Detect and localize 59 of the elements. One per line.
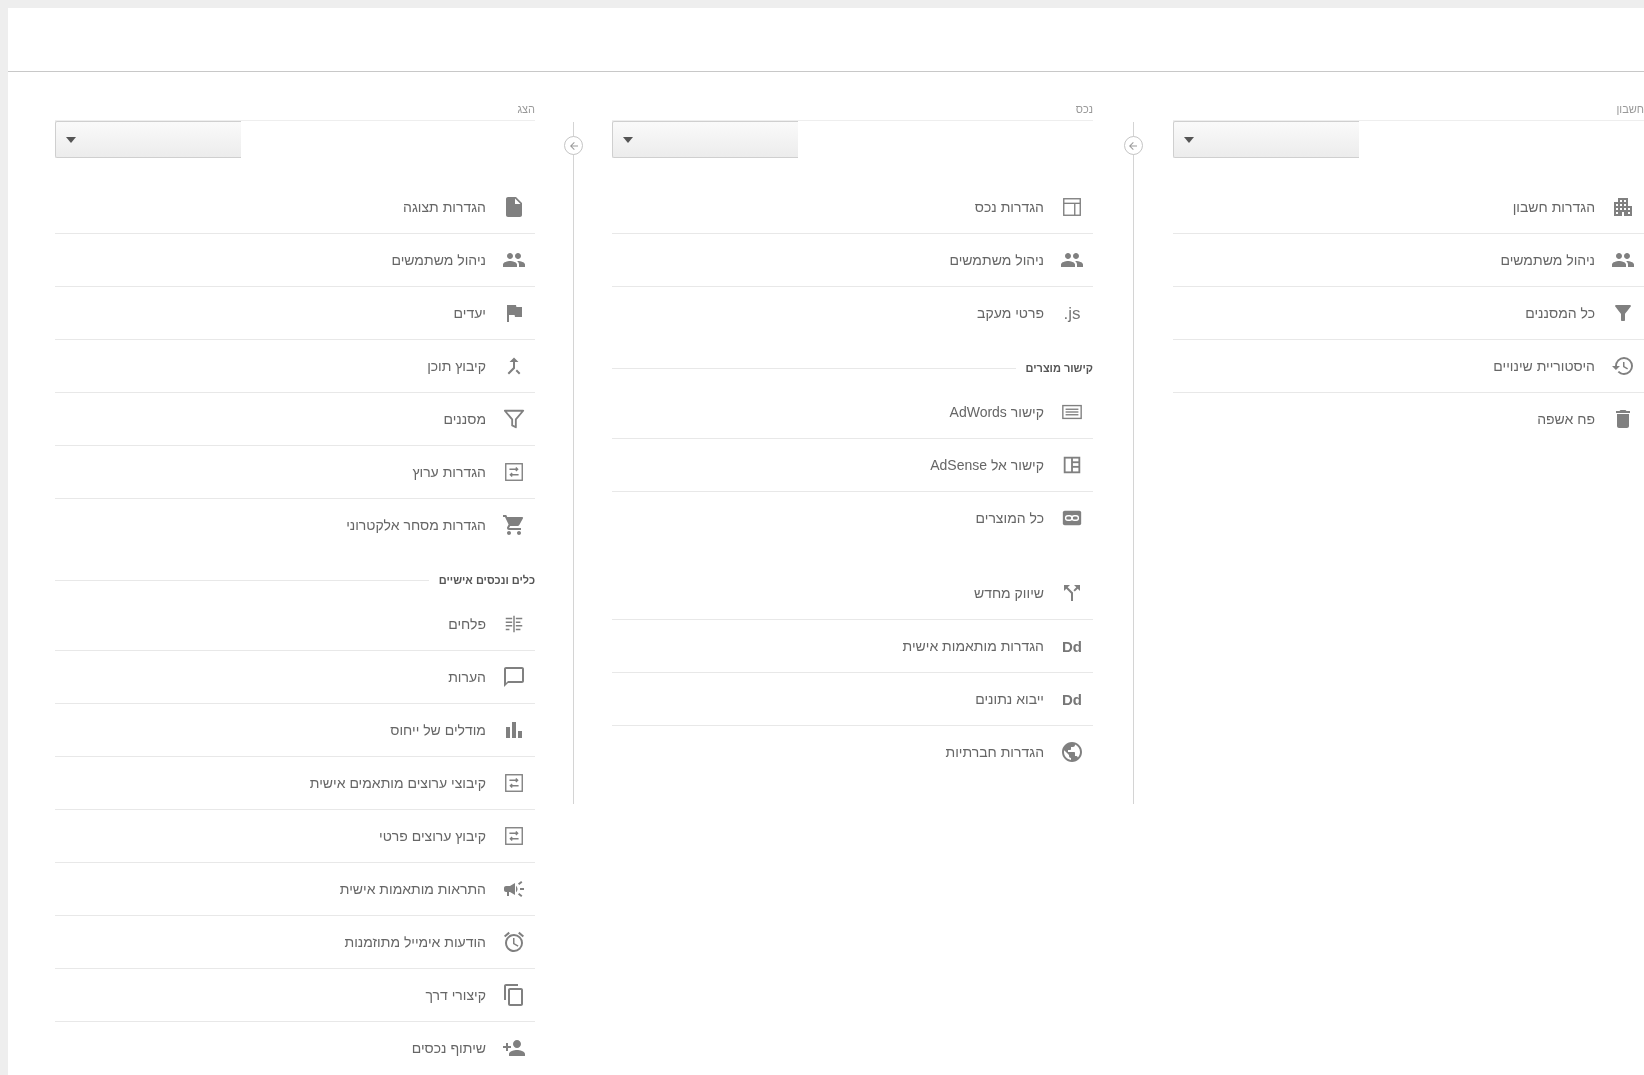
menu-item[interactable]: שיתוף נכסים: [55, 1022, 535, 1075]
menu-item[interactable]: התראות מותאמות אישית: [55, 863, 535, 916]
comment-icon: [502, 665, 526, 689]
caret-icon: [1184, 136, 1194, 143]
menu-item[interactable]: יעדים: [55, 287, 535, 340]
glyph-icon: .js: [1063, 304, 1081, 322]
globe-icon: [1060, 740, 1084, 764]
collapse-button[interactable]: [564, 136, 583, 155]
dropdown-button[interactable]: [612, 121, 798, 158]
menu-item[interactable]: הגדרות חברתיות: [612, 726, 1093, 779]
menu-item[interactable]: הודעות אימייל מתוזמנות: [55, 916, 535, 969]
menu-item[interactable]: הגדרות מסחר אלקטרוני: [55, 499, 535, 552]
menu-item[interactable]: ניהול משתמשים: [612, 234, 1093, 287]
menu-item[interactable]: היסטוריית שינויים: [1173, 340, 1644, 393]
menu-item[interactable]: קיבוץ ערוצים פרטי: [55, 810, 535, 863]
copy-icon: [502, 983, 526, 1007]
column-heading: הצג: [516, 102, 535, 116]
column-heading: חשבון: [1615, 102, 1644, 116]
caret-icon: [623, 136, 633, 143]
menu-item[interactable]: ניהול משתמשים: [1173, 234, 1644, 287]
menu-item[interactable]: מסננים: [55, 393, 535, 446]
alarm-icon: [502, 930, 526, 954]
collapse-button[interactable]: [1123, 136, 1143, 155]
menu-item[interactable]: קישור אל AdSense: [612, 439, 1093, 492]
menu-item[interactable]: ניהול משתמשים: [55, 234, 535, 287]
dropdown-button[interactable]: [55, 121, 241, 158]
arrows-box-icon: [503, 461, 525, 483]
history-icon: [1611, 354, 1635, 378]
section-title: כלים ונכסים אישיים: [438, 574, 535, 586]
menu-item[interactable]: קישור AdWords: [612, 386, 1093, 439]
glyph-icon: Dd: [1062, 691, 1082, 707]
menu-item[interactable]: כל המוצרים: [612, 492, 1093, 545]
menu-item[interactable]: הגדרות חשבון: [1173, 181, 1644, 234]
menu-item[interactable]: הגדרות תצוגה: [55, 181, 535, 234]
menu-item[interactable]: הגדרות ערוץ: [55, 446, 535, 499]
menu-item[interactable]: שיווק מחדש: [612, 567, 1093, 620]
menu-item[interactable]: קיצורי דרך: [55, 969, 535, 1022]
menu-item[interactable]: הערות: [55, 651, 535, 704]
column-heading: נכס: [1074, 102, 1093, 116]
arrow-icon: [1127, 139, 1139, 152]
menu-item[interactable]: פח אשפה: [1173, 393, 1644, 446]
menu-item[interactable]: קיבוצי ערוצים מותאמים אישית: [55, 757, 535, 810]
section-title: קישור מוצרים: [1025, 362, 1093, 374]
arrows-box-icon: [503, 825, 525, 847]
filter-icon: [503, 408, 525, 430]
menu-item[interactable]: כל המסננים: [1173, 287, 1644, 340]
dropdown-button[interactable]: [1173, 121, 1359, 158]
menu-item[interactable]: קיבוץ תוכן: [55, 340, 535, 393]
layout-icon: [1061, 196, 1083, 218]
menu-item[interactable]: הגדרות נכס: [612, 181, 1093, 234]
caret-icon: [66, 136, 76, 143]
menu-item[interactable]: מודלים של ייחוס: [55, 704, 535, 757]
menu-item[interactable]: פלחים: [55, 598, 535, 651]
glyph-icon: Dd: [1062, 638, 1082, 654]
list-icon: [1061, 454, 1083, 476]
building-icon: [1611, 195, 1635, 219]
cart-icon: [502, 513, 526, 537]
arrows-box-icon: [503, 772, 525, 794]
segments-icon: [503, 613, 525, 635]
